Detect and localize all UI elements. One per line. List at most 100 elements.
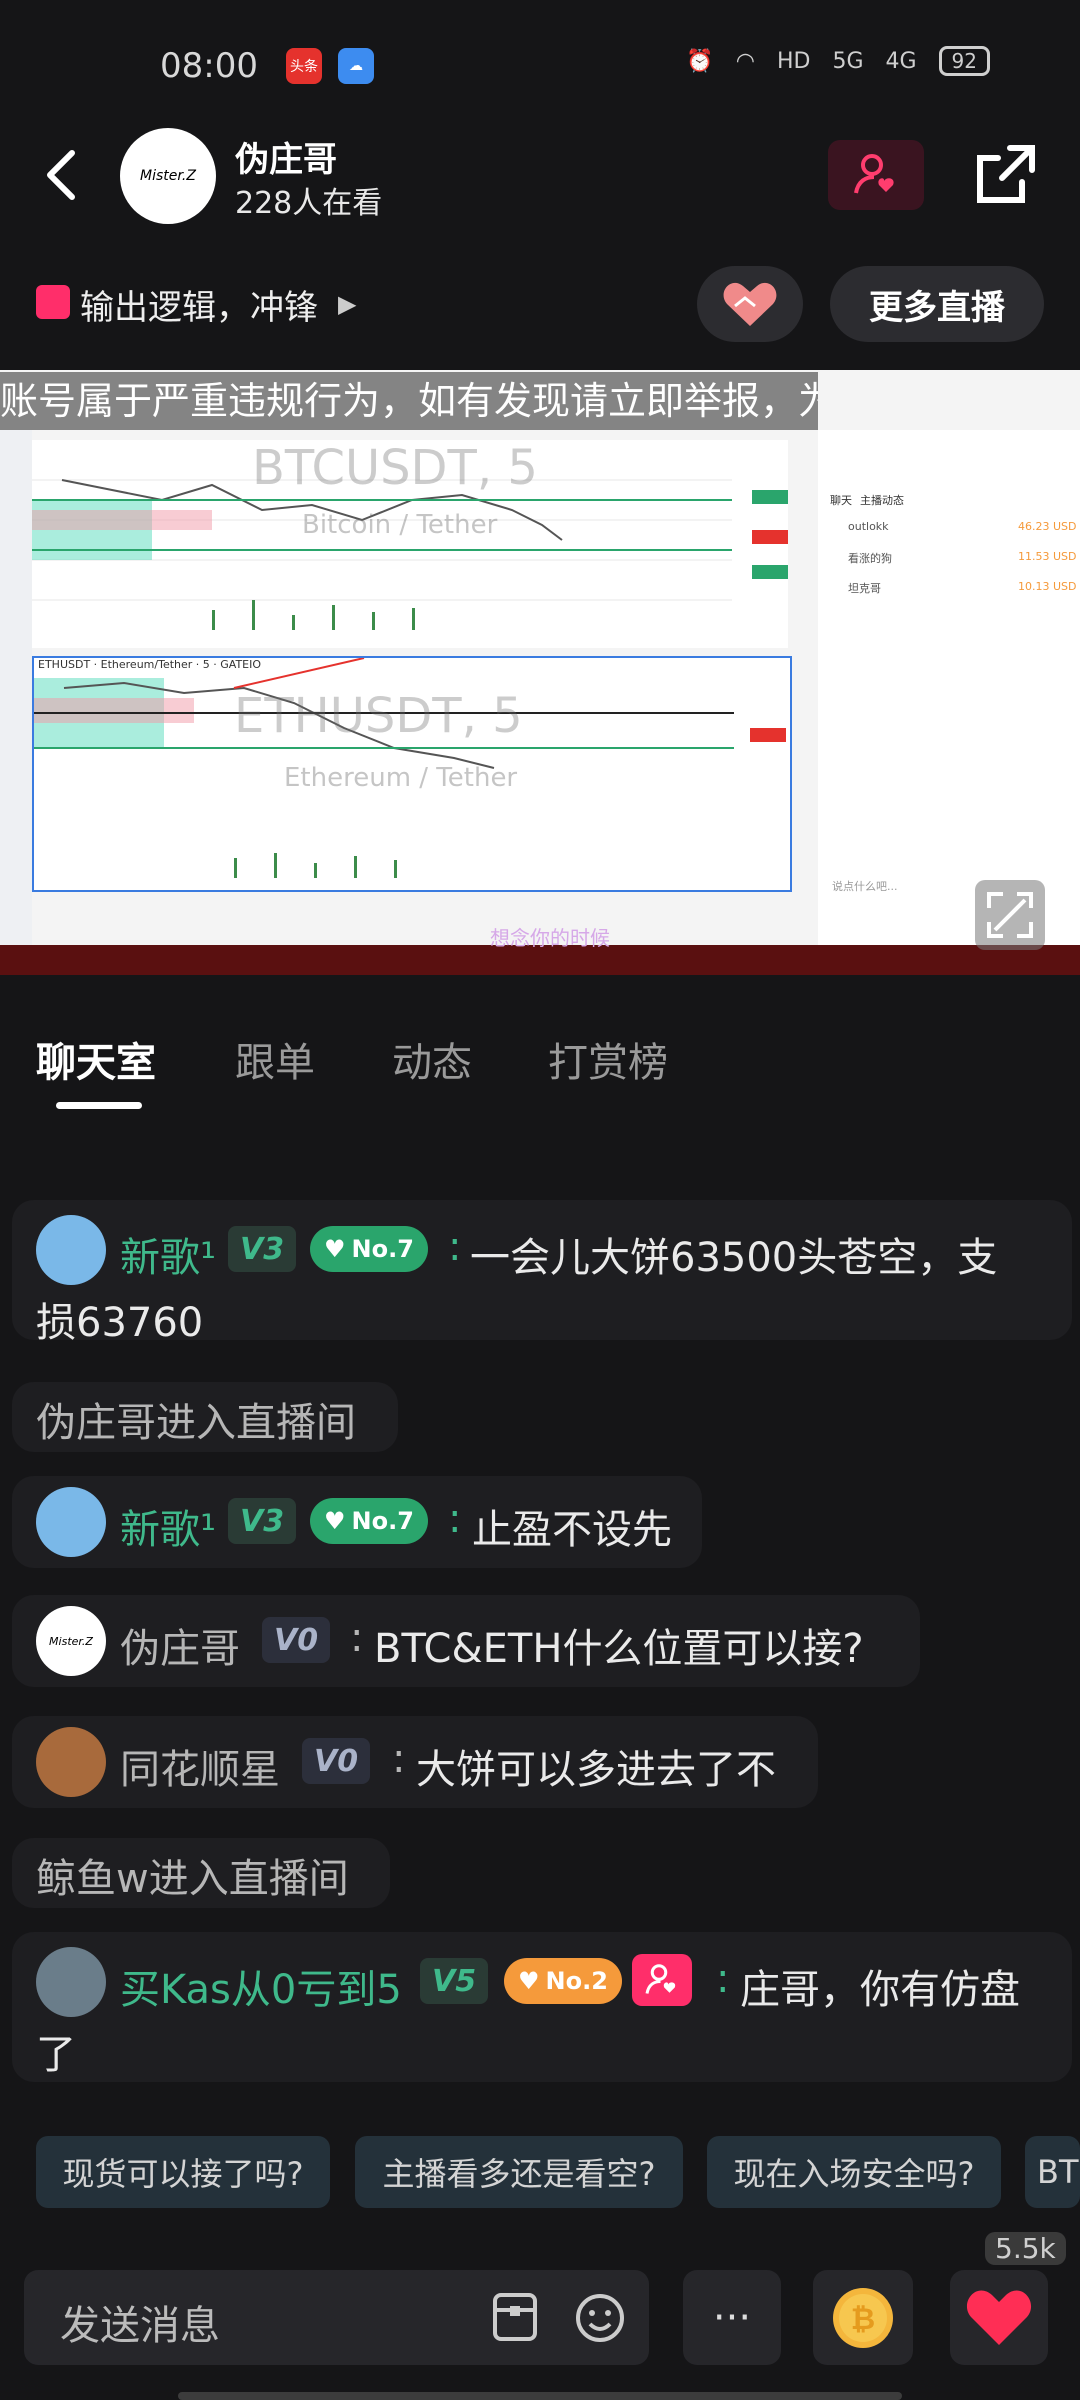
colon: : — [716, 1956, 730, 2002]
eth-watermark-sub: Ethereum / Tether — [284, 763, 518, 793]
chevron-left-icon — [47, 150, 75, 200]
chat-username[interactable]: 新歌¹ — [120, 1497, 216, 1555]
person-heart-icon — [854, 154, 894, 194]
share-button[interactable] — [970, 140, 1040, 210]
chat-text: 庄哥，你有仿盘 — [740, 1967, 1020, 2013]
chat-text-line2: 损63760 — [36, 1300, 204, 1346]
follow-button[interactable] — [828, 140, 924, 210]
fullscreen-button[interactable] — [975, 880, 1045, 950]
wifi-icon: ◠ — [735, 48, 755, 74]
avatar[interactable] — [36, 1487, 106, 1557]
play-triangle-icon: ▶ — [338, 290, 357, 318]
diamond-heart-icon: ♥ — [324, 1235, 346, 1263]
avatar[interactable] — [36, 1727, 106, 1797]
alarm-icon: ⏰ — [686, 48, 714, 74]
panel-user-1: outlokk — [848, 520, 889, 533]
back-button[interactable] — [42, 145, 82, 205]
marquee-notice: 账号属于严重违规行为，如有发现请立即举报，为了您的隐私 — [0, 372, 818, 430]
panel-tab-chat: 聊天 — [830, 494, 852, 507]
viewer-count: 228人在看 — [235, 186, 383, 221]
btc-watermark-sub: Bitcoin / Tether — [302, 510, 498, 540]
level-badge: V0 — [262, 1617, 331, 1663]
tab-follow-orders[interactable]: 跟单 — [235, 1030, 315, 1088]
chat-username[interactable]: 伪庄哥 — [120, 1616, 240, 1674]
chat-text-line2: 了 — [36, 2032, 76, 2078]
signal-5g-icon: 5G — [832, 48, 864, 74]
more-live-button[interactable]: 更多直播 — [830, 266, 1044, 342]
like-button[interactable] — [950, 2270, 1048, 2365]
tab-dynamics[interactable]: 动态 — [392, 1030, 472, 1088]
gift-coin-button[interactable]: ₿ — [813, 2270, 913, 2365]
panel-value-2: 11.53 USD — [1018, 550, 1077, 563]
quick-reply-button[interactable]: 主播看多还是看空? — [355, 2136, 683, 2208]
gift-heart-button[interactable] — [697, 266, 803, 342]
colon: : — [448, 1224, 462, 1270]
quick-reply-button[interactable]: 现在入场安全吗? — [707, 2136, 1001, 2208]
stream-chat-panel: 聊天 主播动态 outlokk 46.23 USD 看涨的狗 11.53 USD… — [818, 430, 1080, 950]
tab-reward-list[interactable]: 打赏榜 — [548, 1030, 668, 1088]
system-text: 伪庄哥进入直播间 — [36, 1400, 356, 1446]
rank-badge: ♥ No.2 — [504, 1958, 622, 2004]
toutiao-app-icon: 头条 — [286, 48, 322, 84]
status-time: 08:00 — [160, 46, 258, 86]
chat-username[interactable]: 同花顺星 — [120, 1737, 280, 1795]
rank-label: No.2 — [545, 1967, 608, 1995]
handshake-heart-icon — [723, 282, 777, 326]
avatar[interactable] — [36, 1947, 106, 2017]
system-text: 鲸鱼w进入直播间 — [36, 1856, 349, 1902]
status-right-group: ⏰ ◠ HD 5G 4G 92 — [686, 46, 990, 76]
expand-icon — [987, 892, 1033, 938]
battery-icon: 92 — [938, 46, 990, 76]
eth-chart: ETHUSDT · Ethereum/Tether · 5 · GATEIO E… — [32, 656, 792, 892]
colon: : — [392, 1736, 406, 1782]
quick-reply-button[interactable]: 现货可以接了吗? — [36, 2136, 330, 2208]
panel-value-3: 10.13 USD — [1018, 580, 1077, 593]
level-badge: V3 — [228, 1226, 297, 1272]
chat-username[interactable]: 新歌¹ — [120, 1225, 216, 1283]
tab-indicator — [56, 1102, 142, 1109]
card-icon[interactable] — [492, 2292, 538, 2346]
like-count: 5.5k — [985, 2232, 1066, 2265]
bitcoin-coin-icon: ₿ — [833, 2287, 893, 2348]
share-icon — [977, 145, 1035, 203]
panel-tab-dynamic: 主播动态 — [860, 494, 904, 507]
quick-reply-button[interactable]: BT — [1025, 2136, 1080, 2208]
chat-text: BTC&ETH什么位置可以接? — [374, 1626, 864, 1672]
avatar[interactable]: Mister.Z — [36, 1606, 106, 1676]
btc-chart: BTCUSDT, 5 Bitcoin / Tether — [32, 440, 788, 648]
panel-user-2: 看涨的狗 — [848, 552, 892, 565]
taskbar-label: 想念你的时候 — [490, 926, 610, 950]
colon: : — [448, 1496, 462, 1542]
eth-chart-header: ETHUSDT · Ethereum/Tether · 5 · GATEIO — [38, 658, 262, 671]
more-button[interactable]: ··· — [683, 2270, 781, 2365]
message-placeholder[interactable]: 发送消息 — [60, 2293, 220, 2351]
panel-value-1: 46.23 USD — [1018, 520, 1077, 533]
tab-chatroom[interactable]: 聊天室 — [36, 1030, 156, 1088]
host-name[interactable]: 伪庄哥 — [235, 132, 337, 181]
rank-label: No.7 — [351, 1507, 414, 1535]
btc-watermark: BTCUSDT, 5 — [252, 440, 538, 496]
avatar[interactable] — [36, 1215, 106, 1285]
chat-text: 大饼可以多进去了不 — [416, 1747, 776, 1793]
diamond-heart-icon: ♥ — [518, 1967, 540, 1995]
bars-icon — [36, 285, 70, 319]
level-badge: V3 — [228, 1498, 297, 1544]
person-heart-icon — [645, 1964, 676, 1994]
rank-badge: ♥ No.7 — [310, 1498, 428, 1544]
chat-text: 一会儿大饼63500头苍空，支 — [470, 1235, 998, 1281]
level-badge: V5 — [420, 1958, 489, 2004]
colon: : — [350, 1615, 364, 1661]
topic-title[interactable]: 输出逻辑，冲锋 — [80, 280, 318, 329]
hd-icon: HD — [776, 48, 811, 74]
home-indicator — [178, 2392, 902, 2400]
rank-badge: ♥ No.7 — [310, 1226, 428, 1272]
signal-4g-icon: 4G — [885, 48, 917, 74]
host-avatar[interactable]: Mister.Z — [120, 128, 216, 224]
weather-app-icon: ☁ — [338, 48, 374, 84]
svg-text:₿: ₿ — [851, 2302, 875, 2337]
heart-icon — [966, 2290, 1032, 2345]
emoji-icon[interactable] — [574, 2292, 626, 2348]
chat-username[interactable]: 买Kas从0亏到5 — [120, 1957, 402, 2015]
panel-input: 说点什么吧... — [832, 880, 898, 893]
chat-text: 止盈不设先 — [472, 1507, 672, 1553]
